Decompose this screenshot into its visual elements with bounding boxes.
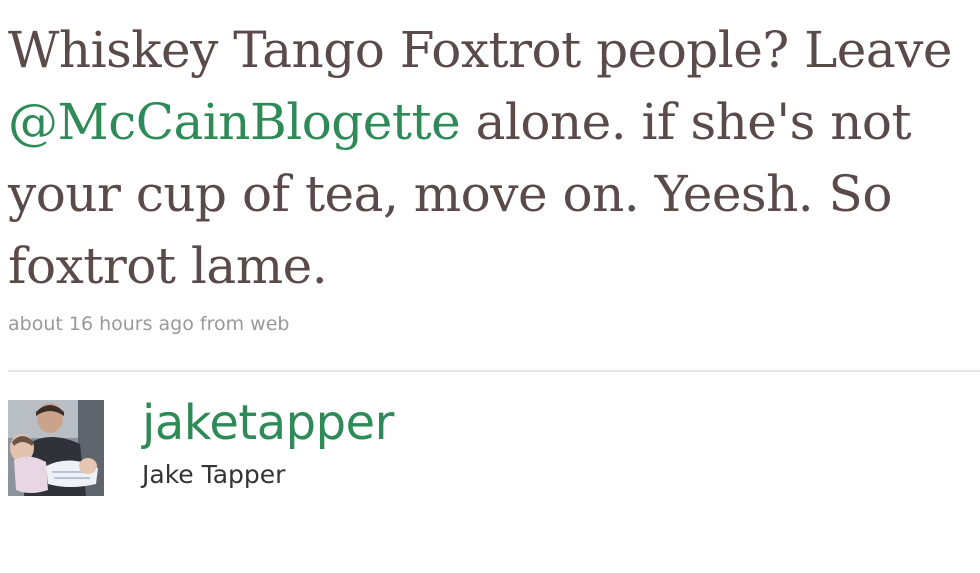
tweet-meta: about 16 hours ago from web: [8, 313, 289, 335]
tweet-text-part-1: Whiskey Tango Foxtrot people? Leave: [8, 21, 953, 79]
mention-link[interactable]: @McCainBlogette: [8, 93, 461, 151]
source-label: web: [250, 313, 290, 335]
from-label: from: [193, 313, 251, 335]
avatar[interactable]: [8, 400, 104, 496]
timestamp-link[interactable]: about 16 hours ago: [8, 313, 194, 335]
full-name: Jake Tapper: [142, 460, 286, 489]
tweet-text: Whiskey Tango Foxtrot people? Leave @McC…: [8, 14, 976, 302]
divider: [8, 370, 980, 372]
username-link[interactable]: jaketapper: [142, 395, 394, 451]
user-photo-avatar-icon: [8, 400, 104, 496]
